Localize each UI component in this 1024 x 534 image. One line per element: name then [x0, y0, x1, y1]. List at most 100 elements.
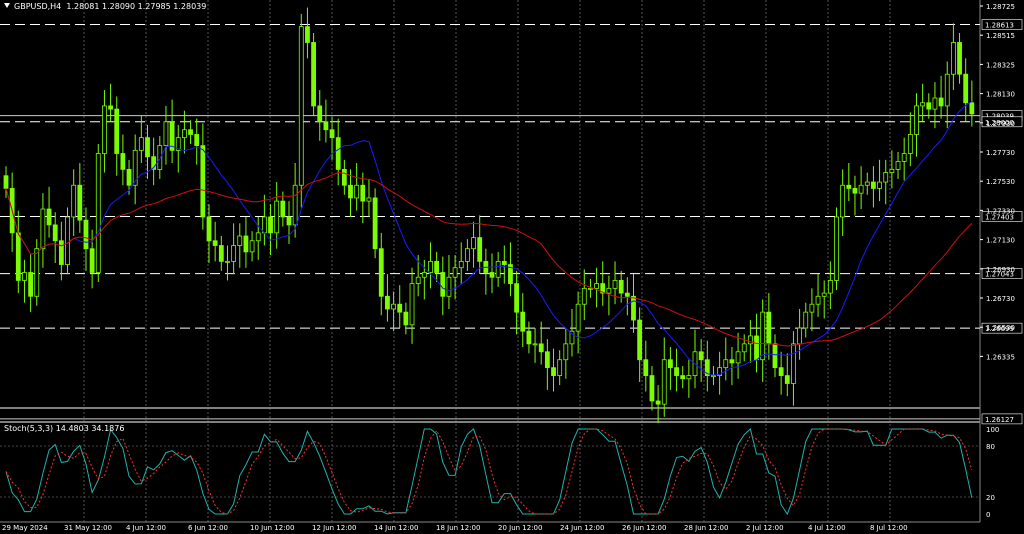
dropdown-triangle-icon[interactable]: [4, 3, 10, 8]
candle-body: [52, 224, 58, 242]
candle-body: [360, 184, 366, 202]
candle-body: [261, 216, 267, 234]
candle-body: [95, 153, 101, 273]
candle-body: [495, 260, 501, 278]
level-label: 1.28613: [985, 22, 1014, 30]
chart-header: GBPUSD,H4 1.28081 1.28090 1.27985 1.2803…: [4, 2, 206, 11]
candle-body: [852, 188, 858, 194]
candle-body: [624, 292, 630, 297]
y-tick-label: 1.26530: [986, 324, 1015, 332]
candle-body: [803, 311, 809, 329]
candle-body: [747, 335, 753, 345]
candle-body: [249, 240, 255, 253]
candle-body: [200, 145, 206, 218]
candle-body: [434, 260, 440, 273]
x-tick-label: 10 Jun 12:00: [250, 524, 294, 532]
candle-body: [194, 134, 200, 146]
level-label: 1.26127: [985, 416, 1014, 424]
candle-body: [341, 168, 347, 186]
candle-body: [28, 272, 34, 297]
candle-body: [403, 311, 409, 326]
y-tick-label: 1.28325: [986, 61, 1015, 69]
y-tick-label: 1.27330: [986, 207, 1015, 215]
candle-body: [348, 184, 353, 199]
candle-body: [274, 200, 280, 234]
candle-body: [397, 303, 403, 313]
candle-body: [895, 161, 901, 170]
candle-body: [157, 145, 163, 170]
candle-body: [784, 375, 790, 384]
candle-body: [126, 168, 132, 186]
candle-body: [643, 359, 649, 376]
candle-body: [409, 283, 415, 326]
y-tick-label: 1.26335: [986, 353, 1015, 361]
candle-body: [298, 26, 304, 186]
stoch-main-line: [5, 428, 973, 516]
candle-body: [446, 276, 452, 297]
x-tick-label: 4 Jun 12:00: [126, 524, 166, 532]
candle-body: [120, 153, 126, 170]
candle-body: [212, 240, 218, 246]
candle-body: [514, 283, 520, 313]
y-tick-label: 1.27930: [986, 120, 1015, 128]
candle-body: [286, 216, 292, 226]
candle-body: [305, 26, 310, 43]
candle-body: [588, 287, 593, 290]
candle-body: [458, 260, 464, 269]
candle-body: [938, 97, 944, 107]
candle-body: [323, 121, 329, 131]
candle-body: [846, 184, 852, 189]
chart-grid: [0, 0, 981, 523]
x-tick-label: 12 Jun 12:00: [312, 524, 356, 532]
y-tick-label: 1.26730: [986, 295, 1015, 303]
candle-body: [760, 311, 766, 361]
candle-body: [3, 175, 9, 189]
candle-body: [280, 200, 286, 218]
candle-body: [871, 181, 876, 189]
candle-body: [858, 184, 864, 194]
candle-body: [827, 280, 833, 294]
candle-body: [581, 287, 587, 305]
candle-body: [329, 129, 335, 139]
candle-body: [317, 105, 323, 123]
candle-body: [34, 248, 40, 297]
candle-body: [711, 375, 716, 377]
candle-body: [15, 232, 21, 281]
candle-body: [920, 102, 926, 107]
candle-body: [440, 272, 446, 297]
candle-body: [575, 303, 581, 332]
stoch-tick-label: 100: [986, 426, 999, 434]
candle-body: [637, 319, 643, 361]
x-tick-label: 29 May 2024: [2, 524, 48, 532]
candle-body: [268, 216, 273, 234]
price-chart[interactable]: 1.286131.280391.280001.274031.270431.266…: [0, 0, 1024, 534]
candle-body: [46, 208, 52, 226]
candle-body: [618, 280, 624, 294]
moving-averages: [5, 100, 973, 376]
y-tick-label: 1.28130: [986, 91, 1015, 99]
x-tick-label: 8 Jul 12:00: [870, 524, 908, 532]
candles: [3, 7, 975, 424]
slow-ma-line: [5, 171, 973, 347]
candle-body: [563, 343, 569, 361]
x-tick-label: 28 Jun 12:00: [684, 524, 728, 532]
candle-body: [71, 184, 77, 218]
candle-body: [661, 359, 667, 405]
y-tick-label: 1.28515: [986, 32, 1015, 40]
x-tick-label: 4 Jul 12:00: [808, 524, 846, 532]
candle-body: [255, 232, 261, 242]
candle-body: [883, 172, 889, 183]
candle-body: [944, 73, 950, 107]
candle-body: [877, 181, 882, 189]
candle-body: [914, 105, 919, 135]
candle-body: [206, 216, 212, 242]
candle-body: [834, 216, 839, 281]
candle-body: [188, 129, 193, 135]
candle-body: [950, 42, 956, 75]
stoch-tick-label: 80: [986, 443, 995, 451]
candle-body: [969, 102, 975, 115]
y-tick-label: 1.28725: [986, 3, 1015, 11]
candle-body: [243, 235, 249, 253]
candle-body: [391, 303, 396, 310]
candle-body: [631, 295, 636, 321]
